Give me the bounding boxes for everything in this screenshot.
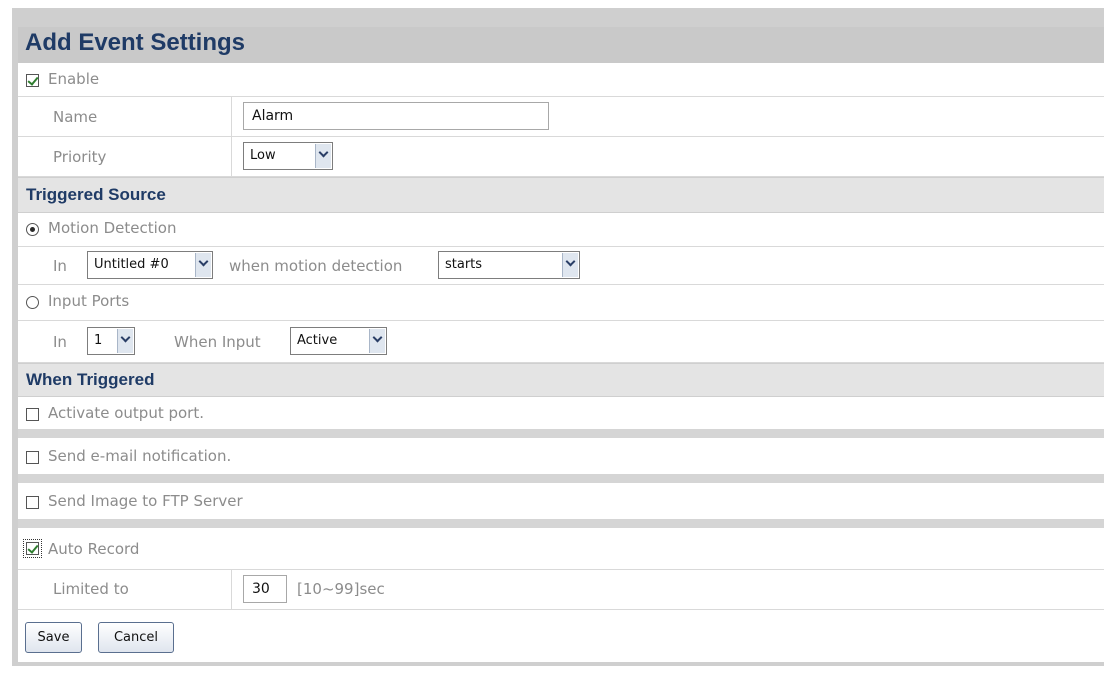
input-ports-row: Input Ports — [18, 285, 1104, 321]
send-ftp-row: Send Image to FTP Server — [18, 483, 1104, 519]
name-input[interactable]: Alarm — [243, 102, 549, 130]
triggered-source-heading: Triggered Source — [18, 177, 1104, 213]
column-divider — [231, 570, 232, 610]
divider — [18, 519, 1104, 528]
auto-record-row: Auto Record — [18, 528, 1104, 570]
input-when-value: Active — [297, 333, 338, 348]
cancel-button[interactable]: Cancel — [98, 622, 174, 653]
priority-label: Priority — [53, 148, 107, 166]
auto-record-label: Auto Record — [48, 540, 140, 558]
motion-when-select[interactable]: starts — [438, 251, 580, 279]
enable-row: Enable — [18, 63, 1104, 97]
chevron-down-icon — [562, 253, 578, 277]
buttons-row: Save Cancel — [18, 610, 1104, 662]
input-port-value: 1 — [94, 333, 103, 348]
activate-output-checkbox[interactable] — [26, 408, 39, 421]
send-email-label: Send e-mail notification. — [48, 447, 232, 465]
chevron-down-icon — [369, 329, 385, 353]
divider — [18, 474, 1104, 483]
input-ports-radio[interactable] — [26, 296, 39, 309]
chevron-down-icon — [195, 253, 211, 277]
motion-detection-label: Motion Detection — [48, 219, 177, 237]
name-row: Name Alarm — [18, 97, 1104, 137]
input-when-label: When Input — [174, 333, 261, 351]
enable-label: Enable — [48, 70, 100, 88]
name-label: Name — [53, 108, 98, 126]
limited-to-label: Limited to — [53, 580, 129, 598]
input-in-row: In 1 When Input Active — [18, 321, 1104, 363]
when-triggered-heading: When Triggered — [18, 363, 1104, 397]
send-email-checkbox[interactable] — [26, 451, 39, 464]
priority-select-value: Low — [250, 148, 276, 163]
send-ftp-label: Send Image to FTP Server — [48, 492, 243, 510]
limited-to-row: Limited to 30 [10~99]sec — [18, 570, 1104, 610]
motion-window-value: Untitled #0 — [94, 257, 169, 272]
motion-detection-row: Motion Detection — [18, 213, 1104, 247]
send-ftp-checkbox[interactable] — [26, 496, 39, 509]
limited-to-input[interactable]: 30 — [243, 575, 287, 603]
input-ports-label: Input Ports — [48, 292, 130, 310]
input-in-label: In — [53, 333, 67, 351]
priority-select[interactable]: Low — [243, 142, 333, 170]
motion-when-label: when motion detection — [229, 257, 403, 275]
column-divider — [231, 97, 232, 137]
send-email-row: Send e-mail notification. — [18, 438, 1104, 474]
input-port-select[interactable]: 1 — [87, 327, 135, 355]
page-title: Add Event Settings — [25, 29, 246, 56]
activate-output-label: Activate output port. — [48, 404, 204, 422]
auto-record-checkbox[interactable] — [23, 539, 42, 558]
motion-window-select[interactable]: Untitled #0 — [87, 251, 213, 279]
column-divider — [231, 137, 232, 177]
priority-row: Priority Low — [18, 137, 1104, 177]
save-button[interactable]: Save — [25, 622, 82, 653]
enable-checkbox[interactable] — [26, 74, 39, 87]
activate-output-row: Activate output port. — [18, 397, 1104, 429]
motion-in-label: In — [53, 257, 67, 275]
motion-detection-radio[interactable] — [26, 223, 39, 236]
motion-in-row: In Untitled #0 when motion detection sta… — [18, 247, 1104, 285]
input-when-select[interactable]: Active — [290, 327, 387, 355]
limited-range-label: [10~99]sec — [297, 580, 385, 598]
chevron-down-icon — [315, 144, 331, 168]
chevron-down-icon — [117, 329, 133, 353]
motion-when-value: starts — [445, 257, 483, 272]
divider — [18, 429, 1104, 438]
